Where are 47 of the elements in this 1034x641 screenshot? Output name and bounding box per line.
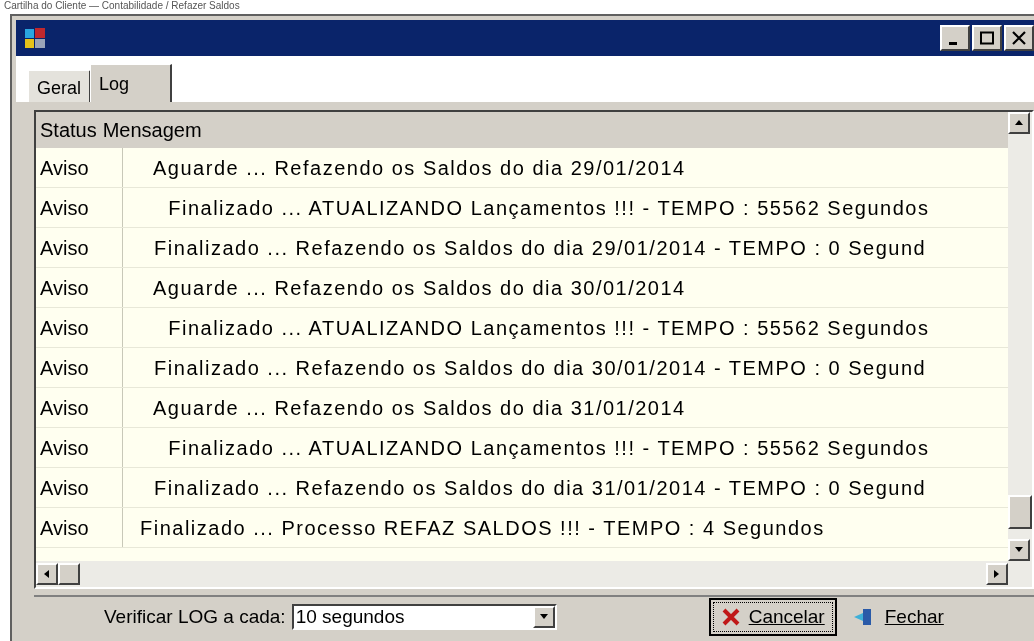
status-cell: Aviso [36, 228, 123, 267]
up-triangle-icon [1014, 118, 1024, 128]
maximize-icon [979, 31, 995, 45]
maximize-button[interactable] [972, 25, 1002, 51]
close-button[interactable] [1004, 25, 1034, 51]
status-cell: Aviso [36, 468, 123, 507]
scroll-left-button[interactable] [36, 563, 58, 585]
message-cell-text: Finalizado ... Refazendo os Saldos do dia 29/01/2014 - TEMPO : 0 Segund [153, 235, 928, 261]
status-cell: Aviso [36, 148, 123, 187]
x-icon [720, 607, 741, 627]
interval-label: Verificar LOG a cada: [104, 604, 286, 629]
message-cell-text: Finalizado ... ATUALIZANDO Lançamentos !!! - TEMPO : 55562 Segundos [167, 435, 931, 461]
message-cell-text: Aguarde ... Refazendo os Saldos do dia 31/01/2014 [152, 395, 687, 421]
left-triangle-icon [42, 569, 52, 579]
column-header[interactable]: Status [40, 115, 97, 145]
app-icon [24, 27, 46, 49]
interval-dropdown[interactable]: 10 segundos [291, 604, 557, 630]
message-cell-text: Finalizado ... ATUALIZANDO Lançamentos !!! - TEMPO : 55562 Segundos [167, 195, 931, 221]
status-cell: Aviso [36, 388, 123, 427]
tab[interactable]: Geral [28, 70, 91, 102]
scroll-thumb[interactable] [58, 563, 80, 585]
message-cell-text: Finalizado ... Refazendo os Saldos do dia 30/01/2014 - TEMPO : 0 Segund [153, 355, 928, 381]
horizontal-scrollbar[interactable] [36, 561, 1032, 587]
status-cell: Aviso [36, 188, 123, 227]
close-icon [1011, 31, 1027, 45]
close-button[interactable]: Fechar [842, 598, 954, 636]
tab[interactable]: Log [90, 64, 172, 102]
scroll-up-button[interactable] [1008, 112, 1030, 134]
message-cell-text: Finalizado ... Processo REFAZ SALDOS !!! - TEMPO : 4 Segundos [139, 515, 826, 541]
status-cell: Aviso [36, 508, 123, 547]
message-cell-text: Aguarde ... Refazendo os Saldos do dia 30/01/2014 [152, 275, 687, 301]
status-cell: Aviso [36, 308, 123, 347]
minimize-icon [949, 41, 957, 45]
cancel-button[interactable]: Cancelar [708, 598, 837, 636]
message-cell-text: Finalizado ... Refazendo os Saldos do dia 31/01/2014 - TEMPO : 0 Segund [153, 475, 928, 501]
vertical-scrollbar[interactable] [1008, 112, 1032, 561]
scroll-down-button[interactable] [1008, 539, 1030, 561]
column-header[interactable]: Mensagem [102, 115, 202, 145]
message-cell-text: Aguarde ... Refazendo os Saldos do dia 29/01/2014 [152, 155, 687, 181]
message-cell-text: Finalizado ... ATUALIZANDO Lançamentos !!! - TEMPO : 55562 Segundos [167, 315, 931, 341]
page-caption: Cartilha do Cliente — Contabilidade / Refazer Saldos [4, 0, 240, 12]
status-cell: Aviso [36, 268, 123, 307]
minimize-button[interactable] [940, 25, 970, 51]
scroll-right-button[interactable] [986, 563, 1008, 585]
scroll-thumb[interactable] [1008, 495, 1032, 529]
status-cell: Aviso [36, 348, 123, 387]
status-cell: Aviso [36, 428, 123, 467]
